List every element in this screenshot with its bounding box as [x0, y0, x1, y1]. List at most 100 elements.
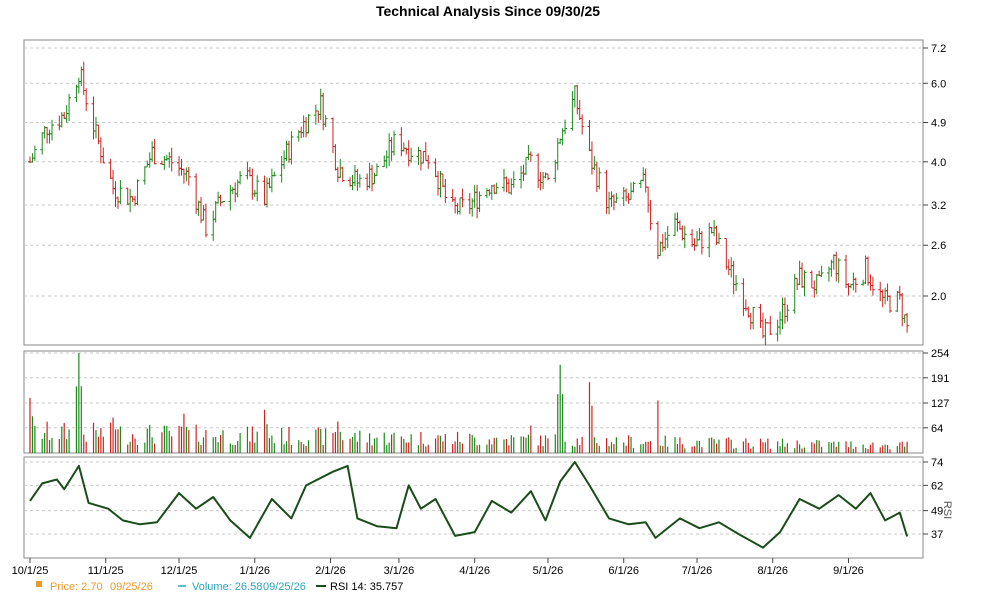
- ohlc-bar-184: [658, 241, 663, 256]
- ohlc-bar-207: [734, 274, 739, 292]
- ohlc-bar-21: [98, 137, 103, 164]
- volume-panel-frame: [23, 350, 924, 454]
- ohlc-bar-100: [370, 164, 375, 192]
- ohlc-bar-167: [597, 167, 602, 190]
- price-tick-label-5: 2.6: [931, 240, 946, 252]
- ohlc-bar-22: [101, 147, 106, 164]
- ohlc-bar-221: [782, 297, 787, 324]
- rsi-panel-frame: [23, 456, 924, 559]
- ohlc-bar-90: [335, 166, 340, 183]
- ohlc-bar-39: [162, 156, 167, 170]
- ohlc-bar-214: [760, 312, 765, 339]
- ohlc-bar-2: [32, 145, 37, 161]
- ohlc-bar-247: [870, 276, 875, 296]
- price-bars: [28, 61, 910, 346]
- ohlc-bar-6: [47, 129, 52, 144]
- chart-svg: Technical Analysis Since 09/30/25 7.2 6.0…: [12, 3, 953, 593]
- ohlc-bar-235: [831, 254, 836, 270]
- ohlc-bar-140: [506, 178, 511, 194]
- ohlc-bar-173: [621, 187, 626, 207]
- ohlc-bar-204: [726, 259, 731, 276]
- ohlc-bar-71: [269, 168, 274, 193]
- ohlc-bar-136: [492, 184, 497, 195]
- ohlc-bar-120: [438, 171, 443, 198]
- ohlc-bar-109: [401, 142, 406, 152]
- ohlc-bar-160: [575, 84, 580, 115]
- ohlc-bar-133: [484, 188, 489, 198]
- ohlc-bar-230: [814, 273, 819, 295]
- price-legend-icon: [36, 581, 42, 587]
- ohlc-bar-17: [84, 88, 89, 112]
- price-legend-text: Price: 2.70: [50, 581, 103, 593]
- ohlc-bar-257: [905, 312, 910, 333]
- ohlc-bar-5: [45, 127, 50, 144]
- x-tick-label-7: 5/1/26: [533, 565, 564, 577]
- ohlc-bar-148: [536, 153, 541, 189]
- ohlc-bar-24: [111, 169, 116, 195]
- ohlc-bar-151: [543, 172, 548, 179]
- ohlc-bar-242: [853, 277, 858, 293]
- ohlc-bar-85: [318, 88, 323, 121]
- ohlc-bar-89: [333, 144, 338, 171]
- ohlc-bar-116: [423, 142, 428, 162]
- x-tick-label-5: 3/1/26: [384, 565, 415, 577]
- ohlc-bar-29: [128, 188, 133, 213]
- ohlc-bar-170: [609, 191, 614, 207]
- ohlc-bar-218: [775, 319, 780, 342]
- ohlc-bar-57: [221, 201, 226, 203]
- ohlc-bar-60: [233, 182, 238, 203]
- ohlc-bar-239: [846, 283, 851, 296]
- ohlc-bar-68: [262, 175, 267, 206]
- ohlc-bar-205: [729, 257, 734, 278]
- ohlc-bar-25: [113, 181, 118, 207]
- ohlc-bar-51: [201, 204, 206, 221]
- ohlc-bar-189: [675, 212, 680, 232]
- ohlc-bar-249: [880, 289, 885, 308]
- ohlc-bar-169: [607, 191, 612, 215]
- ohlc-bar-150: [541, 171, 546, 190]
- x-tick-label-3: 1/1/26: [239, 565, 270, 577]
- ohlc-bar-251: [885, 283, 890, 301]
- ohlc-bar-183: [655, 221, 660, 260]
- volume-legend-text: Volume: 26.58: [192, 581, 262, 593]
- ohlc-bar-206: [731, 260, 736, 295]
- ohlc-bar-74: [282, 150, 287, 169]
- ohlc-bar-229: [812, 280, 817, 298]
- ohlc-bar-126: [458, 197, 463, 215]
- ohlc-bar-226: [800, 262, 805, 288]
- ohlc-bar-228: [809, 270, 814, 289]
- ohlc-bar-256: [902, 314, 907, 324]
- ohlc-bar-81: [304, 116, 309, 138]
- ohlc-bar-14: [76, 77, 81, 94]
- ohlc-bar-53: [211, 210, 216, 241]
- ohlc-bar-238: [844, 254, 849, 289]
- ohlc-bar-40: [164, 154, 169, 161]
- rsi-axis-label: RSI: [941, 501, 953, 519]
- ohlc-bar-87: [323, 115, 328, 128]
- ohlc-bar-181: [646, 186, 651, 213]
- ohlc-bar-41: [167, 152, 172, 168]
- ohlc-bar-172: [614, 192, 619, 203]
- price-panel-frame: [23, 39, 924, 346]
- ohlc-bar-59: [230, 187, 235, 195]
- axis-tick-labels: 7.26.04.94.03.22.62.02541911276474624937…: [12, 43, 950, 577]
- ohlc-bar-80: [301, 115, 306, 138]
- ohlc-bar-186: [663, 232, 668, 251]
- ohlc-bar-236: [834, 251, 839, 282]
- ohlc-bar-108: [399, 127, 404, 157]
- ohlc-bar-110: [404, 147, 409, 155]
- ohlc-bar-27: [118, 179, 123, 205]
- price-legend-date: 09/25/26: [110, 581, 153, 593]
- ohlc-bar-122: [443, 178, 448, 204]
- ohlc-bar-54: [213, 201, 218, 223]
- ohlc-bar-162: [580, 114, 585, 135]
- ohlc-bar-104: [384, 150, 389, 169]
- ohlc-bar-48: [194, 173, 199, 214]
- ohlc-bar-118: [433, 158, 438, 178]
- ohlc-bar-52: [203, 203, 208, 238]
- ohlc-bar-219: [778, 311, 783, 335]
- volume-tick-label-3: 64: [931, 423, 943, 435]
- ohlc-bar-46: [184, 167, 189, 182]
- ohlc-bar-244: [863, 255, 868, 284]
- ohlc-bar-111: [406, 140, 411, 167]
